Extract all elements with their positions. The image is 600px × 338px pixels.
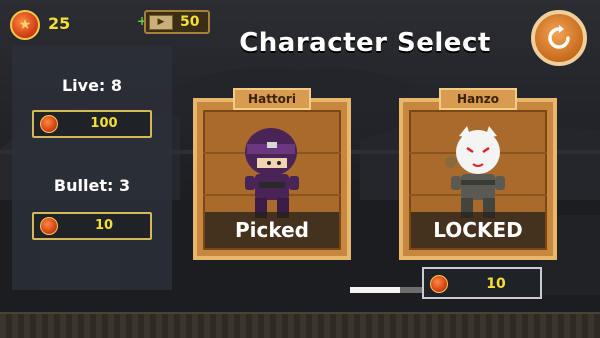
bullet-label: Bullet: 3 xyxy=(53,176,131,195)
buy-life-button[interactable]: 100 xyxy=(32,110,152,138)
character-status: Picked xyxy=(205,212,339,248)
coin-icon xyxy=(430,275,448,293)
character-card-hattori[interactable]: Hattori Picked xyxy=(193,88,351,260)
ninja-hattori-sprite xyxy=(245,128,299,218)
page-title: Character Select xyxy=(239,28,491,58)
coin-icon xyxy=(40,217,58,235)
video-icon: ▶ xyxy=(149,15,173,30)
video-reward-amount: 50 xyxy=(180,14,200,30)
restart-button[interactable] xyxy=(531,10,587,66)
unlock-progress-bar xyxy=(350,287,422,293)
unlock-hanzo-button[interactable]: 10 xyxy=(422,267,542,299)
unlock-progress-fill xyxy=(350,287,401,293)
restart-icon xyxy=(548,25,570,49)
unlock-cost: 10 xyxy=(486,276,506,292)
coin-icon: ★ xyxy=(10,10,40,40)
bullet-cost: 10 xyxy=(94,218,114,233)
ground-strip xyxy=(0,312,600,338)
life-label: Live: 8 xyxy=(61,76,123,95)
character-card-hanzo[interactable]: Hanzo LOCKED xyxy=(399,88,557,260)
life-cost: 100 xyxy=(90,116,118,131)
game-screen: ★ 25 + ▶ 50 Character Select Live: 8 100… xyxy=(0,0,600,338)
character-status: LOCKED xyxy=(411,212,545,248)
ninja-hanzo-sprite xyxy=(445,126,505,218)
buy-bullet-button[interactable]: 10 xyxy=(32,212,152,240)
coin-count: 25 xyxy=(48,14,71,33)
character-name: Hanzo xyxy=(439,88,517,110)
character-name: Hattori xyxy=(233,88,311,110)
watch-video-button[interactable]: ▶ 50 xyxy=(144,10,210,34)
coin-icon xyxy=(40,115,58,133)
